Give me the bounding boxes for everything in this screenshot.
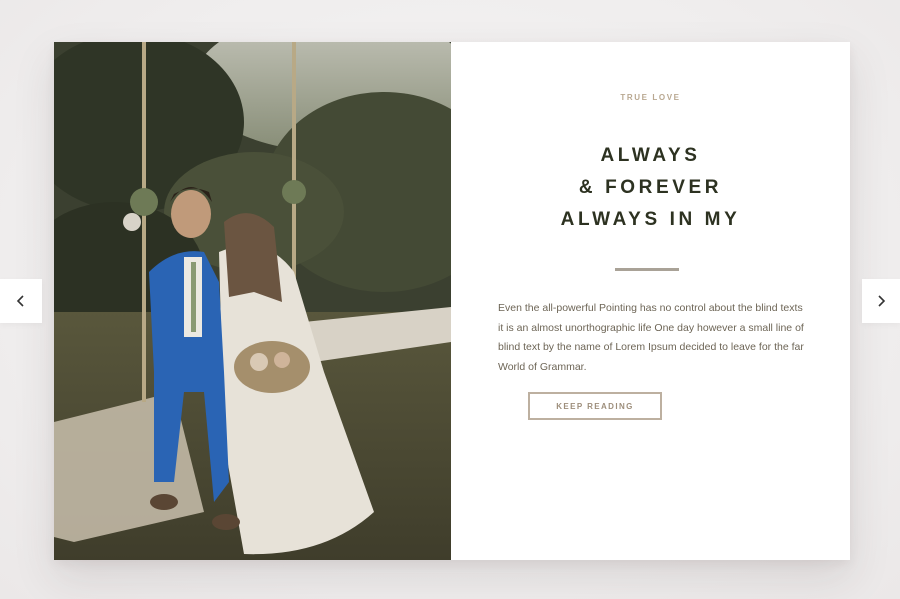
headline-line: ALWAYS (600, 145, 701, 166)
slide-card: TRUE LOVE ALWAYS & FOREVER ALWAYS IN MY … (54, 42, 850, 560)
keep-reading-button[interactable]: KEEP READING (528, 392, 662, 420)
chevron-left-icon (16, 295, 24, 307)
headline-line: ALWAYS IN MY (560, 209, 741, 230)
slide-eyebrow: TRUE LOVE (620, 93, 681, 102)
slide-content: TRUE LOVE ALWAYS & FOREVER ALWAYS IN MY … (451, 42, 850, 560)
slide-body-text: Even the all-powerful Pointing has no co… (498, 302, 804, 373)
slider-stage: TRUE LOVE ALWAYS & FOREVER ALWAYS IN MY … (0, 0, 900, 599)
chevron-right-icon (878, 295, 886, 307)
wedding-photo (54, 42, 451, 560)
slider-prev-button[interactable] (0, 279, 42, 323)
wedding-photo-illustration (54, 42, 451, 560)
headline-divider (615, 268, 679, 271)
headline-line: & FOREVER (578, 177, 723, 198)
slide-headline: ALWAYS & FOREVER ALWAYS IN MY (451, 140, 850, 236)
slider-next-button[interactable] (862, 279, 900, 323)
